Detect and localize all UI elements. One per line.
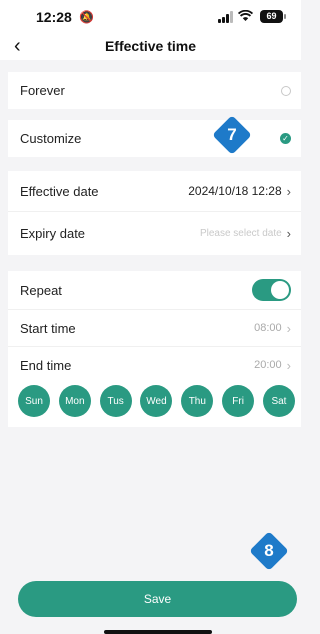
annotation-badge: 8 [249,531,289,571]
repeat-label: Repeat [20,282,62,298]
chevron-right-icon: › [286,357,291,373]
save-button[interactable]: Save [18,581,297,617]
start-time-label: Start time [20,320,76,336]
checkmark-icon[interactable]: ✓ [280,133,291,144]
mode-card: Forever [8,72,301,109]
effective-date-label: Effective date [20,183,99,199]
start-time-row[interactable]: Start time 08:00 › [8,309,301,346]
day-thursday[interactable]: Thu [181,385,214,417]
toggle-knob [271,281,289,299]
home-indicator [104,630,212,634]
battery-icon: 69 [260,10,286,23]
end-time-row[interactable]: End time 20:00 › [8,346,301,383]
repeat-card: Repeat Start time 08:00 › End time 20:00… [8,271,301,427]
status-bar: 12:28 🔕 69 [0,0,301,34]
repeat-row: Repeat [8,271,301,309]
day-friday[interactable]: Fri [222,385,255,417]
repeat-toggle[interactable] [252,279,291,301]
expiry-date-label: Expiry date [20,226,86,241]
cellular-signal-icon [218,11,234,23]
day-wednesday[interactable]: Wed [140,385,173,417]
end-time-value: 20:00 [254,359,282,371]
forever-radio[interactable] [281,85,291,96]
day-monday[interactable]: Mon [58,385,91,417]
day-tuesday[interactable]: Tus [99,385,132,417]
day-sunday[interactable]: Sun [18,385,50,417]
annotation-number: 8 [264,541,274,560]
weekday-selector: Sun Mon Tus Wed Thu Fri Sat [8,383,301,427]
forever-option[interactable]: Forever [8,72,301,109]
chevron-right-icon: › [286,183,291,199]
customize-card: Customize ✓ [8,120,301,157]
customize-option[interactable]: Customize ✓ [8,120,301,157]
annotation-badge: 7 [212,115,252,155]
forever-label: Forever [20,83,65,98]
start-time-value: 08:00 [254,322,282,334]
expiry-date-row[interactable]: Expiry date Please select date › [8,211,301,255]
end-time-label: End time [20,357,72,373]
day-saturday[interactable]: Sat [262,385,295,417]
navigation-bar: ‹ Effective time [0,34,301,60]
annotation-number: 7 [227,125,237,144]
chevron-right-icon: › [286,226,291,241]
effective-date-row[interactable]: Effective date 2024/10/18 12:28 › [8,171,301,211]
expiry-date-placeholder: Please select date [199,228,282,239]
page-title: Effective time [104,38,197,54]
bell-slash-icon: 🔕 [79,10,94,24]
status-time: 12:28 [36,9,72,25]
dates-card: Effective date 2024/10/18 12:28 › Expiry… [8,171,301,255]
effective-date-value: 2024/10/18 12:28 [188,184,282,198]
chevron-right-icon: › [286,320,291,336]
wifi-icon [237,9,254,24]
